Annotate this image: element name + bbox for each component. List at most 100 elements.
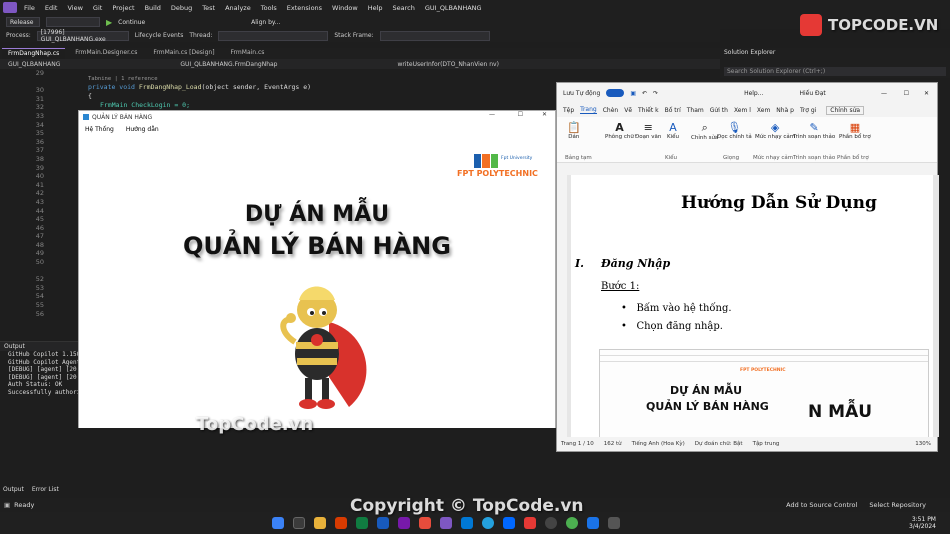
menu-tools[interactable]: Tools: [261, 4, 277, 12]
nav-project[interactable]: GUI_QLBANHANG: [8, 61, 60, 68]
status-focus[interactable]: Tập trung: [753, 441, 780, 447]
ribbon-tab-file[interactable]: Tệp: [563, 107, 574, 114]
user-name[interactable]: Hiếu Đạt: [799, 90, 825, 97]
onenote-icon[interactable]: [398, 517, 410, 529]
ribbon-tab-layout[interactable]: Bố trí: [665, 107, 681, 114]
tab-error-list[interactable]: Error List: [32, 486, 59, 496]
add-source-control-button[interactable]: Add to Source Control: [786, 501, 857, 509]
ribbon-tab-design[interactable]: Thiết k: [638, 107, 659, 114]
ribbon-tab-help[interactable]: Trợ gi: [800, 107, 816, 114]
sensitivity-button[interactable]: ◈ Mức nhạy cảm: [755, 121, 795, 140]
tab-frmmain-designer-cs[interactable]: FrmMain.Designer.cs: [69, 48, 143, 59]
tab-frmmain-cs[interactable]: FrmMain.cs: [225, 48, 271, 59]
ribbon-tab-mailings[interactable]: Gửi th: [710, 107, 728, 114]
addins-button[interactable]: ▦ Phần bổ trợ: [839, 121, 871, 140]
editor-button[interactable]: ✎ Trình soạn thảo: [793, 121, 835, 140]
powerpoint-icon[interactable]: [335, 517, 347, 529]
vscode-icon[interactable]: [461, 517, 473, 529]
menu-extensions[interactable]: Extensions: [287, 4, 322, 12]
minimize-icon[interactable]: —: [489, 111, 495, 118]
menu-debug[interactable]: Debug: [171, 4, 192, 12]
ribbon-tab-view[interactable]: Xem: [757, 107, 770, 114]
ribbon-tab-home[interactable]: Trang: [580, 106, 597, 114]
close-icon[interactable]: ✕: [542, 111, 547, 118]
process-select[interactable]: [17996] GUI_QLBANHANG.exe: [36, 29, 129, 43]
menu-view[interactable]: View: [67, 4, 82, 12]
menu-analyze[interactable]: Analyze: [225, 4, 251, 12]
clock-date[interactable]: 3/4/2024: [909, 523, 936, 530]
maximize-icon[interactable]: ☐: [904, 90, 909, 97]
file-explorer-icon[interactable]: [314, 517, 326, 529]
app3-icon[interactable]: [608, 517, 620, 529]
continue-icon[interactable]: ▶: [106, 18, 112, 27]
chrome-icon[interactable]: [566, 517, 578, 529]
dictate-button[interactable]: 🎙 Đọc chính tả: [717, 121, 752, 140]
platform-select[interactable]: [46, 17, 100, 27]
autosave-toggle[interactable]: [606, 89, 625, 97]
styles-button[interactable]: A Kiểu: [667, 121, 679, 140]
task-view-icon[interactable]: [293, 517, 305, 529]
tab-frmmain-design[interactable]: FrmMain.cs [Design]: [147, 48, 220, 59]
status-language[interactable]: Tiếng Anh (Hoa Kỳ): [632, 441, 685, 447]
solution-search-input[interactable]: Search Solution Explorer (Ctrl+;): [724, 67, 946, 76]
app2-icon[interactable]: [587, 517, 599, 529]
align-button[interactable]: Align by...: [251, 19, 280, 26]
start-icon[interactable]: [272, 517, 284, 529]
tab-frmdangnhap-cs[interactable]: FrmDangNhap.cs: [2, 48, 66, 59]
status-zoom[interactable]: 130%: [915, 441, 931, 447]
paragraph-button[interactable]: ≡ Đoạn văn: [635, 121, 661, 140]
undo-icon[interactable]: ↶: [642, 90, 647, 97]
app-icon[interactable]: [419, 517, 431, 529]
ribbon-tab-draw[interactable]: Vẽ: [624, 107, 632, 114]
code-lens[interactable]: Tabnine | 1 reference: [88, 76, 158, 82]
close-icon[interactable]: ✕: [924, 90, 929, 97]
status-page[interactable]: Trang 1 / 10: [561, 441, 594, 447]
nav-method[interactable]: writeUserInfor(DTO_NhanVien nv): [398, 61, 499, 68]
menu-file[interactable]: File: [24, 4, 35, 12]
visual-studio-icon[interactable]: [440, 517, 452, 529]
maximize-icon[interactable]: ☐: [518, 111, 523, 118]
save-icon[interactable]: ▣: [630, 90, 636, 97]
telegram-icon[interactable]: [482, 517, 494, 529]
font-button[interactable]: A Phông chữ: [605, 121, 634, 140]
editing-button[interactable]: ⌕ Chỉnh sửa: [691, 121, 718, 141]
menu-git[interactable]: Git: [93, 4, 102, 12]
paste-button[interactable]: 📋 Dán: [567, 121, 581, 140]
status-words[interactable]: 162 từ: [604, 441, 622, 447]
ribbon-tab-references[interactable]: Tham: [687, 107, 704, 114]
document-page[interactable]: Hướng Dẫn Sử Dụng I. Đăng Nhập Bước 1: •…: [571, 175, 933, 437]
menu-huong-dan[interactable]: Hướng dẫn: [126, 126, 159, 133]
clock-time[interactable]: 3:51 PM: [909, 516, 936, 523]
menu-he-thong[interactable]: Hệ Thống: [85, 126, 114, 133]
obs-icon[interactable]: [545, 517, 557, 529]
zalo-icon[interactable]: [503, 517, 515, 529]
thread-select[interactable]: [218, 30, 329, 41]
menu-test[interactable]: Test: [202, 4, 215, 12]
ribbon-tab-developer[interactable]: Nhà p: [776, 107, 794, 114]
addins-icon: ▦: [849, 121, 861, 134]
ribbon-tab-review[interactable]: Xem l: [734, 107, 751, 114]
document-title[interactable]: Help...: [744, 90, 763, 97]
nav-class[interactable]: GUI_QLBANHANG.FrmDangNhap: [180, 61, 277, 68]
anydesk-icon[interactable]: [524, 517, 536, 529]
lifecycle-events[interactable]: Lifecycle Events: [135, 32, 184, 39]
select-repository-button[interactable]: Select Repository: [869, 501, 926, 509]
edit-mode-button[interactable]: Chính sửa: [826, 105, 865, 115]
word-icon[interactable]: [377, 517, 389, 529]
continue-button[interactable]: Continue: [118, 19, 145, 26]
document-area[interactable]: Hướng Dẫn Sử Dụng I. Đăng Nhập Bước 1: •…: [567, 175, 939, 437]
vs-search[interactable]: Search: [393, 4, 415, 12]
tab-output[interactable]: Output: [3, 486, 24, 496]
ribbon-tab-insert[interactable]: Chèn: [603, 107, 619, 114]
stackframe-select[interactable]: [379, 30, 490, 41]
status-predict[interactable]: Dự đoán chữ: Bật: [695, 441, 743, 447]
menu-edit[interactable]: Edit: [45, 4, 58, 12]
redo-icon[interactable]: ↷: [653, 90, 658, 97]
minimize-icon[interactable]: —: [881, 90, 887, 97]
menu-help[interactable]: Help: [368, 4, 383, 12]
excel-icon[interactable]: [356, 517, 368, 529]
menu-build[interactable]: Build: [145, 4, 161, 12]
menu-project[interactable]: Project: [112, 4, 134, 12]
config-select[interactable]: Release: [6, 17, 40, 27]
menu-window[interactable]: Window: [332, 4, 358, 12]
